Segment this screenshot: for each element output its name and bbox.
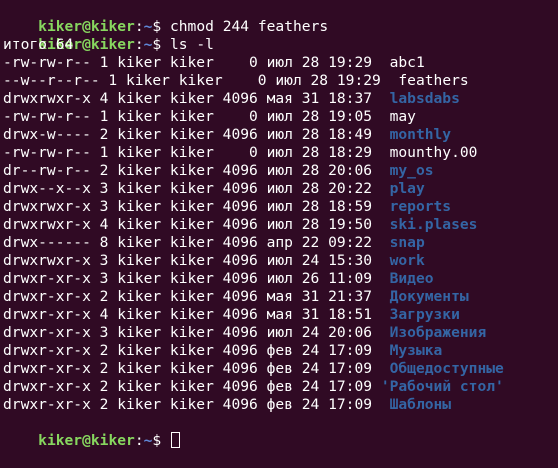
listing-row: -rw-rw-r-- 1 kiker kiker 0 июл 28 19:29 … <box>3 54 558 72</box>
file-name: mounthy.00 <box>389 144 478 161</box>
directory-name: labsdabs <box>389 90 460 107</box>
file-name: abc1 <box>389 54 425 71</box>
entry-meta: drwxrwxr-x 4 kiker kiker 4096 июл 28 19:… <box>3 216 390 233</box>
directory-name: play <box>389 180 425 197</box>
entry-meta: drwx-w---- 2 kiker kiker 4096 июл 28 18:… <box>3 126 390 143</box>
entry-meta: drwxr-xr-x 2 kiker kiker 4096 мая 31 21:… <box>3 288 390 305</box>
prompt-colon: : <box>134 432 144 449</box>
entry-meta: drwxr-xr-x 4 kiker kiker 4096 мая 31 18:… <box>3 306 390 323</box>
file-name: feathers <box>398 72 469 89</box>
listing-row: drwxrwxr-x 4 kiker kiker 4096 июл 28 19:… <box>3 216 558 234</box>
entry-meta: dr--rw-r-- 2 kiker kiker 4096 июл 28 20:… <box>3 162 390 179</box>
listing-row: drwxrwxr-x 4 kiker kiker 4096 мая 31 18:… <box>3 90 558 108</box>
listing-row: drwxrwxr-x 3 kiker kiker 4096 июл 28 18:… <box>3 198 558 216</box>
directory-name: Шаблоны <box>389 396 452 413</box>
file-name: may <box>389 108 416 125</box>
entry-meta: drwxrwxr-x 4 kiker kiker 4096 мая 31 18:… <box>3 90 390 107</box>
directory-name: work <box>389 252 425 269</box>
listing-row: drwx-w---- 2 kiker kiker 4096 июл 28 18:… <box>3 126 558 144</box>
command-text: chmod 244 feathers <box>169 18 329 35</box>
command-line: kiker@kiker:~$ chmod 244 feathers <box>3 0 558 35</box>
entry-meta: drwxr-xr-x 2 kiker kiker 4096 фев 24 17:… <box>3 360 390 377</box>
prompt-colon: : <box>134 18 144 35</box>
entry-meta: drwxr-xr-x 2 kiker kiker 4096 фев 24 17:… <box>3 378 381 395</box>
active-prompt-line[interactable]: kiker@kiker:~$ <box>3 414 558 449</box>
entry-meta: drwxr-xr-x 3 kiker kiker 4096 июл 24 20:… <box>3 324 390 341</box>
entry-meta: --w--r--r-- 1 kiker kiker 0 июл 28 19:29 <box>3 72 399 89</box>
directory-name: ski.plases <box>389 216 478 233</box>
directory-name: my_os <box>389 162 434 179</box>
entry-meta: -rw-rw-r-- 1 kiker kiker 0 июл 28 19:29 <box>3 54 390 71</box>
listing-row: -rw-rw-r-- 1 kiker kiker 0 июл 28 19:05 … <box>3 108 558 126</box>
entry-meta: -rw-rw-r-- 1 kiker kiker 0 июл 28 19:05 <box>3 108 390 125</box>
listing-row: dr--rw-r-- 2 kiker kiker 4096 июл 28 20:… <box>3 162 558 180</box>
listing-row: drwx--x--x 3 kiker kiker 4096 июл 28 20:… <box>3 180 558 198</box>
directory-name: monthly <box>389 126 452 143</box>
prompt-colon: : <box>134 36 144 53</box>
listing-row: drwxr-xr-x 2 kiker kiker 4096 фев 24 17:… <box>3 342 558 360</box>
directory-name: Общедоступные <box>389 360 504 377</box>
entry-meta: drwx------ 8 kiker kiker 4096 апр 22 09:… <box>3 234 390 251</box>
command-text: ls -l <box>169 36 214 53</box>
listing-row: drwxrwxr-x 3 kiker kiker 4096 июл 24 15:… <box>3 252 558 270</box>
prompt-symbol: $ <box>152 432 170 449</box>
listing-row: drwxr-xr-x 3 kiker kiker 4096 июл 24 20:… <box>3 324 558 342</box>
terminal-window[interactable]: kiker@kiker:~$ chmod 244 feathers kiker@… <box>0 0 558 449</box>
entry-meta: drwxr-xr-x 3 kiker kiker 4096 июл 26 11:… <box>3 270 390 287</box>
directory-name: 'Рабочий стол' <box>380 378 504 395</box>
listing-row: drwx------ 8 kiker kiker 4096 апр 22 09:… <box>3 234 558 252</box>
directory-name: Изображения <box>389 324 487 341</box>
listing-row: drwxr-xr-x 2 kiker kiker 4096 мая 31 21:… <box>3 288 558 306</box>
directory-name: snap <box>389 234 425 251</box>
prompt-symbol: $ <box>152 18 170 35</box>
entry-meta: -rw-rw-r-- 1 kiker kiker 0 июл 28 18:29 <box>3 144 390 161</box>
prompt-symbol: $ <box>152 36 170 53</box>
listing-row: drwxr-xr-x 2 kiker kiker 4096 фев 24 17:… <box>3 360 558 378</box>
entry-meta: drwxrwxr-x 3 kiker kiker 4096 июл 28 18:… <box>3 198 390 215</box>
entry-meta: drwxr-xr-x 2 kiker kiker 4096 фев 24 17:… <box>3 342 390 359</box>
listing-row: drwxr-xr-x 3 kiker kiker 4096 июл 26 11:… <box>3 270 558 288</box>
entry-meta: drwxr-xr-x 2 kiker kiker 4096 фев 24 17:… <box>3 396 390 413</box>
entry-meta: drwxrwxr-x 3 kiker kiker 4096 июл 24 15:… <box>3 252 390 269</box>
directory-name: Загрузки <box>389 306 460 323</box>
listing-row: drwxr-xr-x 4 kiker kiker 4096 мая 31 18:… <box>3 306 558 324</box>
text-cursor[interactable] <box>170 432 180 448</box>
directory-name: Музыка <box>389 342 443 359</box>
listing-row: drwxr-xr-x 2 kiker kiker 4096 фев 24 17:… <box>3 396 558 414</box>
prompt-user: kiker@kiker <box>38 432 135 449</box>
directory-name: Видео <box>389 270 434 287</box>
directory-listing: -rw-rw-r-- 1 kiker kiker 0 июл 28 19:29 … <box>3 54 558 414</box>
listing-row: drwxr-xr-x 2 kiker kiker 4096 фев 24 17:… <box>3 378 558 396</box>
listing-row: -rw-rw-r-- 1 kiker kiker 0 июл 28 18:29 … <box>3 144 558 162</box>
directory-name: reports <box>389 198 452 215</box>
listing-row: --w--r--r-- 1 kiker kiker 0 июл 28 19:29… <box>3 72 558 90</box>
prompt-user: kiker@kiker <box>38 18 135 35</box>
entry-meta: drwx--x--x 3 kiker kiker 4096 июл 28 20:… <box>3 180 390 197</box>
directory-name: Документы <box>389 288 469 305</box>
